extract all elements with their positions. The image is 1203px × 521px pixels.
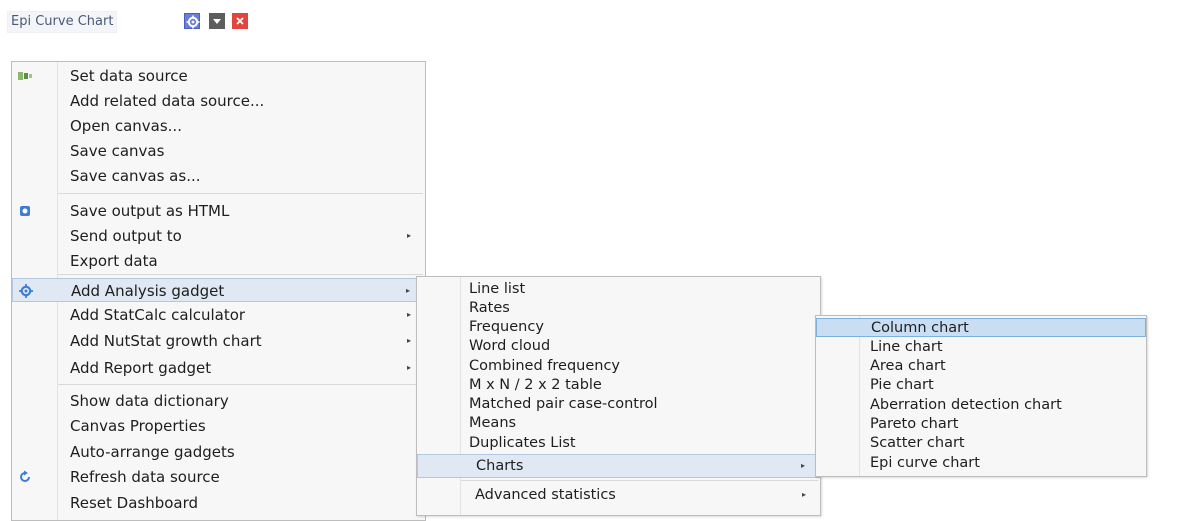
refresh-icon (20, 470, 30, 482)
menu-item-label: Rates (469, 300, 510, 316)
gadget-collapse-button[interactable] (209, 13, 225, 29)
submenu-item-advanced-statistics[interactable]: Advanced statistics ▸ (417, 483, 820, 507)
gadget-close-button[interactable] (232, 13, 248, 29)
menu-item-label: Save canvas (70, 142, 165, 160)
menu-item-refresh-data-source[interactable]: Refresh data source (12, 465, 425, 489)
menu-item-set-data-source[interactable]: Set data source (12, 64, 425, 88)
submenu-item-scatter-chart[interactable]: Scatter chart (816, 434, 1146, 453)
submenu-item-epi-curve-chart[interactable]: Epi curve chart (816, 454, 1146, 473)
menu-item-add-analysis-gadget[interactable]: Add Analysis gadget ▸ (12, 278, 425, 302)
menu-item-label: Set data source (70, 67, 188, 85)
menu-item-label: Column chart (871, 320, 969, 336)
menu-item-label: Add NutStat growth chart (70, 332, 262, 350)
menu-item-add-related-data-source[interactable]: Add related data source... (12, 89, 425, 113)
menu-item-label: Add StatCalc calculator (70, 306, 246, 324)
submenu-item-charts[interactable]: Charts ▸ (417, 454, 820, 478)
menu-item-label: Duplicates List (469, 435, 576, 451)
menu-item-label: Save output as HTML (70, 202, 230, 220)
submenu-item-duplicates-list[interactable]: Duplicates List (417, 434, 820, 453)
menu-item-label: Pareto chart (870, 416, 959, 432)
gadget-settings-button[interactable] (184, 13, 200, 29)
menu-item-label: Means (469, 415, 517, 431)
menu-item-label: Pie chart (870, 377, 934, 393)
submenu-arrow-icon: ▸ (406, 363, 411, 372)
menu-separator (461, 480, 818, 481)
close-icon (236, 17, 244, 25)
submenu-item-rates[interactable]: Rates (417, 299, 820, 318)
menu-item-label: Refresh data source (70, 468, 220, 486)
submenu-item-aberration-detection-chart[interactable]: Aberration detection chart (816, 396, 1146, 415)
menu-item-label: Reset Dashboard (70, 494, 199, 512)
menu-item-save-output-html[interactable]: Save output as HTML (12, 199, 425, 223)
menu-item-add-statcalc-calculator[interactable]: Add StatCalc calculator ▸ (12, 303, 425, 327)
gadget-title: Epi Curve Chart (7, 11, 118, 33)
menu-item-save-canvas-as[interactable]: Save canvas as... (12, 164, 425, 188)
menu-item-label: Add Analysis gadget (71, 282, 225, 300)
submenu-item-word-cloud[interactable]: Word cloud (417, 337, 820, 356)
submenu-item-means[interactable]: Means (417, 414, 820, 433)
submenu-arrow-icon: ▸ (406, 310, 411, 319)
menu-item-show-data-dictionary[interactable]: Show data dictionary (12, 389, 425, 413)
submenu-arrow-icon: ▸ (800, 461, 805, 470)
canvas-context-menu: Set data source Add related data source.… (11, 61, 426, 521)
menu-item-label: Line list (469, 281, 526, 297)
submenu-item-column-chart[interactable]: Column chart (816, 318, 1146, 337)
menu-item-label: Combined frequency (469, 358, 621, 374)
gear-icon (186, 15, 200, 29)
submenu-item-matched-pair[interactable]: Matched pair case-control (417, 395, 820, 414)
menu-item-label: Add Report gadget (70, 359, 212, 377)
data-source-icon (18, 72, 32, 80)
menu-item-label: Canvas Properties (70, 417, 206, 435)
menu-item-save-canvas[interactable]: Save canvas (12, 139, 425, 163)
menu-item-reset-dashboard[interactable]: Reset Dashboard (12, 491, 425, 515)
submenu-item-line-list[interactable]: Line list (417, 280, 820, 299)
menu-item-label: Show data dictionary (70, 392, 229, 410)
gear-icon (19, 284, 33, 298)
analysis-gadget-submenu: Line list Rates Frequency Word cloud Com… (416, 276, 821, 516)
menu-item-label: Save canvas as... (70, 167, 201, 185)
menu-item-add-report-gadget[interactable]: Add Report gadget ▸ (12, 356, 425, 380)
submenu-arrow-icon: ▸ (405, 286, 410, 295)
html-export-icon (20, 206, 30, 216)
submenu-item-line-chart[interactable]: Line chart (816, 338, 1146, 357)
menu-item-label: Area chart (870, 358, 946, 374)
menu-item-label: Word cloud (469, 338, 551, 354)
submenu-item-mxn-table[interactable]: M x N / 2 x 2 table (417, 376, 820, 395)
menu-item-label: Advanced statistics (475, 487, 616, 503)
menu-item-send-output-to[interactable]: Send output to ▸ (12, 224, 425, 248)
menu-item-label: M x N / 2 x 2 table (469, 377, 602, 393)
charts-submenu: Column chart Line chart Area chart Pie c… (815, 315, 1147, 477)
menu-item-label: Line chart (870, 339, 943, 355)
menu-item-label: Open canvas... (70, 117, 182, 135)
menu-item-label: Matched pair case-control (469, 396, 658, 412)
menu-item-label: Charts (476, 458, 524, 474)
menu-item-label: Scatter chart (870, 435, 965, 451)
menu-item-label: Export data (70, 252, 158, 270)
submenu-arrow-icon: ▸ (801, 490, 806, 499)
submenu-item-frequency[interactable]: Frequency (417, 318, 820, 337)
submenu-item-pie-chart[interactable]: Pie chart (816, 376, 1146, 395)
menu-item-label: Send output to (70, 227, 182, 245)
menu-item-label: Aberration detection chart (870, 397, 1062, 413)
menu-separator (58, 193, 423, 194)
menu-separator (58, 384, 423, 385)
submenu-arrow-icon: ▸ (406, 336, 411, 345)
submenu-item-pareto-chart[interactable]: Pareto chart (816, 415, 1146, 434)
menu-item-label: Frequency (469, 319, 544, 335)
submenu-arrow-icon: ▸ (406, 231, 411, 240)
menu-item-add-nutstat-growth-chart[interactable]: Add NutStat growth chart ▸ (12, 329, 425, 353)
menu-item-export-data[interactable]: Export data (12, 249, 425, 273)
menu-item-canvas-properties[interactable]: Canvas Properties (12, 414, 425, 438)
submenu-item-combined-frequency[interactable]: Combined frequency (417, 357, 820, 376)
menu-item-open-canvas[interactable]: Open canvas... (12, 114, 425, 138)
triangle-down-icon (213, 19, 221, 24)
menu-item-label: Auto-arrange gadgets (70, 443, 235, 461)
menu-item-label: Add related data source... (70, 92, 265, 110)
submenu-item-area-chart[interactable]: Area chart (816, 357, 1146, 376)
menu-separator (58, 274, 423, 275)
gadget-header: Epi Curve Chart (0, 0, 420, 40)
menu-item-auto-arrange-gadgets[interactable]: Auto-arrange gadgets (12, 440, 425, 464)
menu-item-label: Epi curve chart (870, 455, 980, 471)
